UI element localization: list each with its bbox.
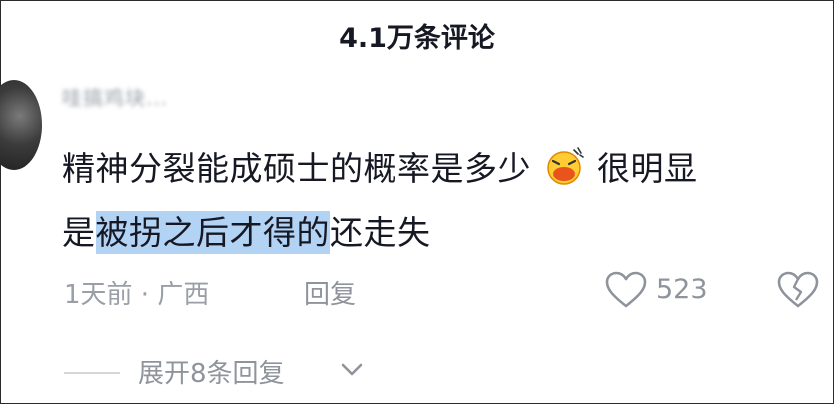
comment-text-prefix: 是: [62, 213, 96, 252]
comments-count-title: 4.1万条评论: [339, 23, 495, 54]
broken-heart-icon[interactable]: [776, 270, 820, 310]
comment-text: 精神分裂能成硕士的概率是多少: [62, 149, 531, 188]
laughing-emoji-icon: [547, 147, 584, 185]
selected-text-highlight: 被拐之后才得的: [95, 211, 330, 254]
like-count: 523: [656, 274, 708, 305]
chevron-down-icon[interactable]: [340, 360, 364, 380]
heart-outline-icon[interactable]: [604, 270, 648, 310]
comment-text-line-2: 是被拐之后才得的还走失: [62, 206, 431, 254]
comment-text-suffix: 很明显: [597, 149, 698, 188]
comment-text-line-1: 精神分裂能成硕士的概率是多少 很明显: [62, 142, 698, 190]
comment-text-end: 还走失: [330, 213, 431, 252]
username[interactable]: 哇搞鸡块...: [62, 82, 168, 111]
reply-button[interactable]: 回复: [304, 274, 356, 311]
expand-divider: [64, 372, 120, 374]
expand-replies-button[interactable]: 展开8条回复: [138, 353, 285, 390]
date-location: 1天前 · 广西: [64, 280, 210, 310]
window-frame: [0, 0, 834, 404]
